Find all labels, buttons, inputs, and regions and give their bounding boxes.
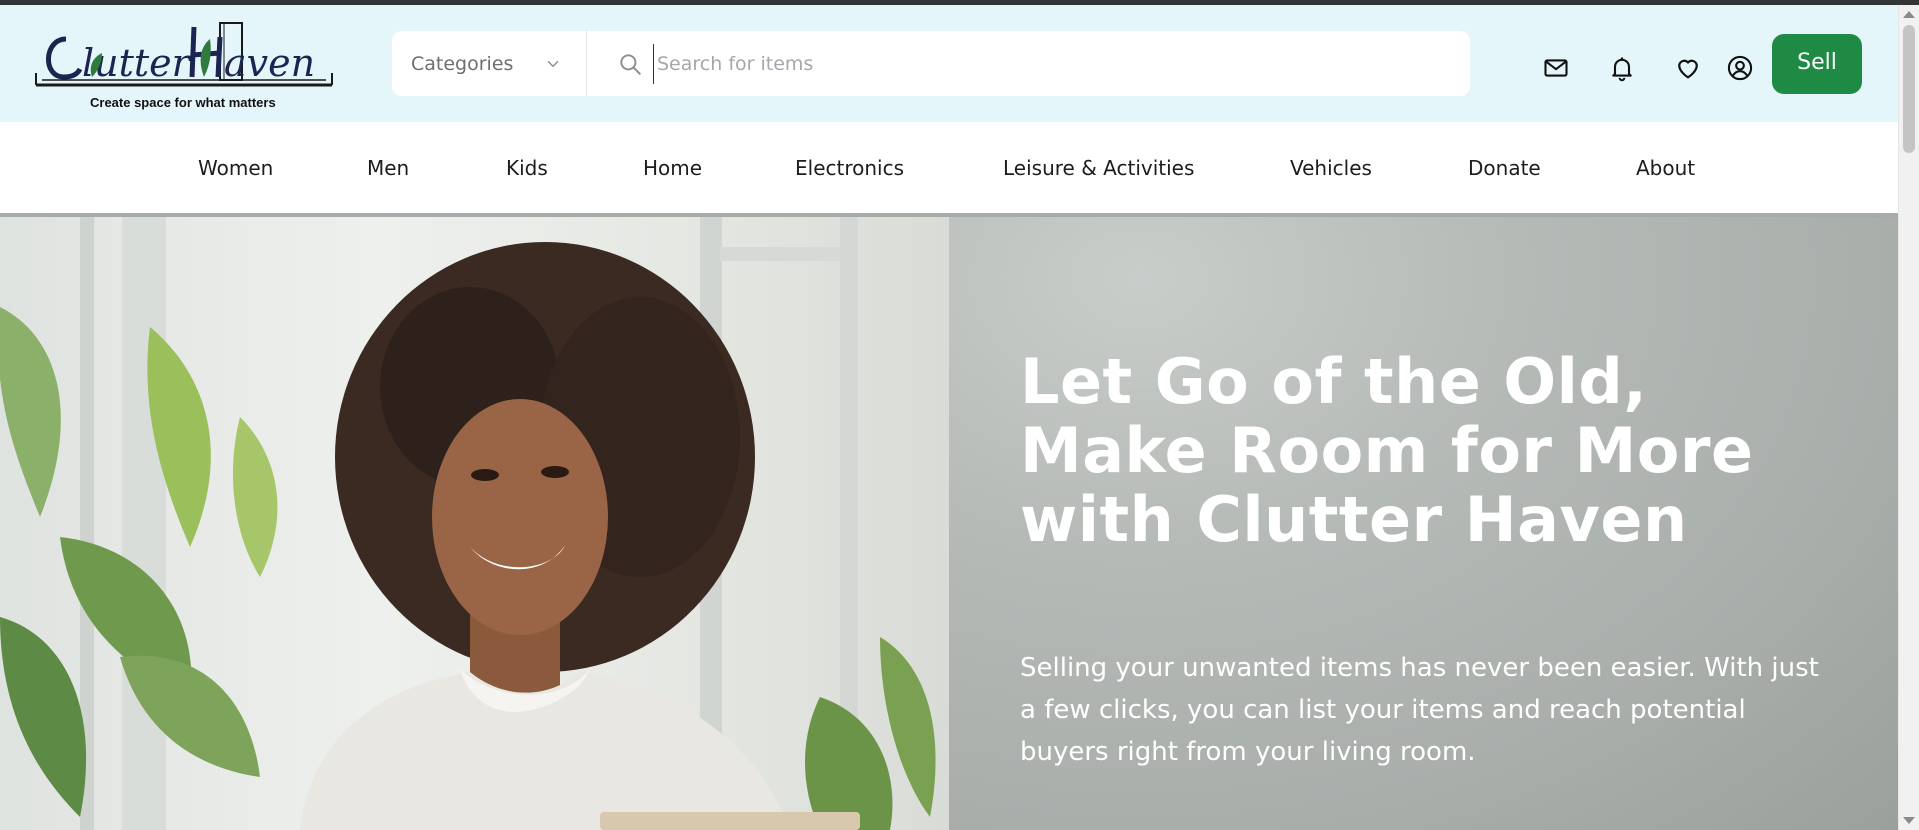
nav-item-men[interactable]: Men: [367, 156, 409, 180]
scroll-up-arrow-icon[interactable]: [1903, 11, 1915, 18]
scrollbar-thumb[interactable]: [1903, 25, 1915, 153]
mail-icon[interactable]: [1542, 54, 1570, 82]
hero-banner: Let Go of the Old, Make Room for More wi…: [0, 217, 1898, 830]
chevron-down-icon: [547, 60, 559, 67]
hero-description: Selling your unwanted items has never be…: [1020, 653, 1819, 767]
nav-item-vehicles[interactable]: Vehicles: [1290, 156, 1372, 180]
search-icon[interactable]: [617, 51, 643, 77]
nav-item-donate[interactable]: Donate: [1468, 156, 1541, 180]
account-icon[interactable]: [1726, 54, 1754, 82]
nav-item-electronics[interactable]: Electronics: [795, 156, 904, 180]
logo[interactable]: lutter aven Create space for what matter…: [34, 17, 334, 113]
logo-word-haven: aven: [224, 41, 315, 85]
page: lutter aven Create space for what matter…: [0, 5, 1898, 830]
heart-icon[interactable]: [1674, 54, 1702, 82]
scroll-down-arrow-icon[interactable]: [1903, 817, 1915, 824]
nav-item-home[interactable]: Home: [643, 156, 702, 180]
hero-title: Let Go of the Old, Make Room for More wi…: [1020, 345, 1754, 556]
category-dropdown[interactable]: Categories: [392, 31, 587, 96]
search-input[interactable]: [653, 43, 1433, 84]
hero-photo-illustration: [0, 217, 936, 830]
logo-tagline: Create space for what matters: [90, 95, 276, 110]
site-header: lutter aven Create space for what matter…: [0, 5, 1898, 122]
nav-item-kids[interactable]: Kids: [506, 156, 548, 180]
search-bar: Categories: [392, 31, 1470, 96]
category-nav: Women Men Kids Home Electronics Leisure …: [0, 122, 1898, 217]
bell-icon[interactable]: [1608, 54, 1636, 82]
sell-button[interactable]: Sell: [1772, 34, 1862, 94]
category-dropdown-label: Categories: [411, 52, 514, 75]
hero-image: [0, 217, 949, 830]
nav-item-leisure-activities[interactable]: Leisure & Activities: [1003, 156, 1194, 180]
nav-item-about[interactable]: About: [1636, 156, 1695, 180]
vertical-scrollbar[interactable]: [1898, 5, 1919, 830]
nav-item-women[interactable]: Women: [198, 156, 273, 180]
